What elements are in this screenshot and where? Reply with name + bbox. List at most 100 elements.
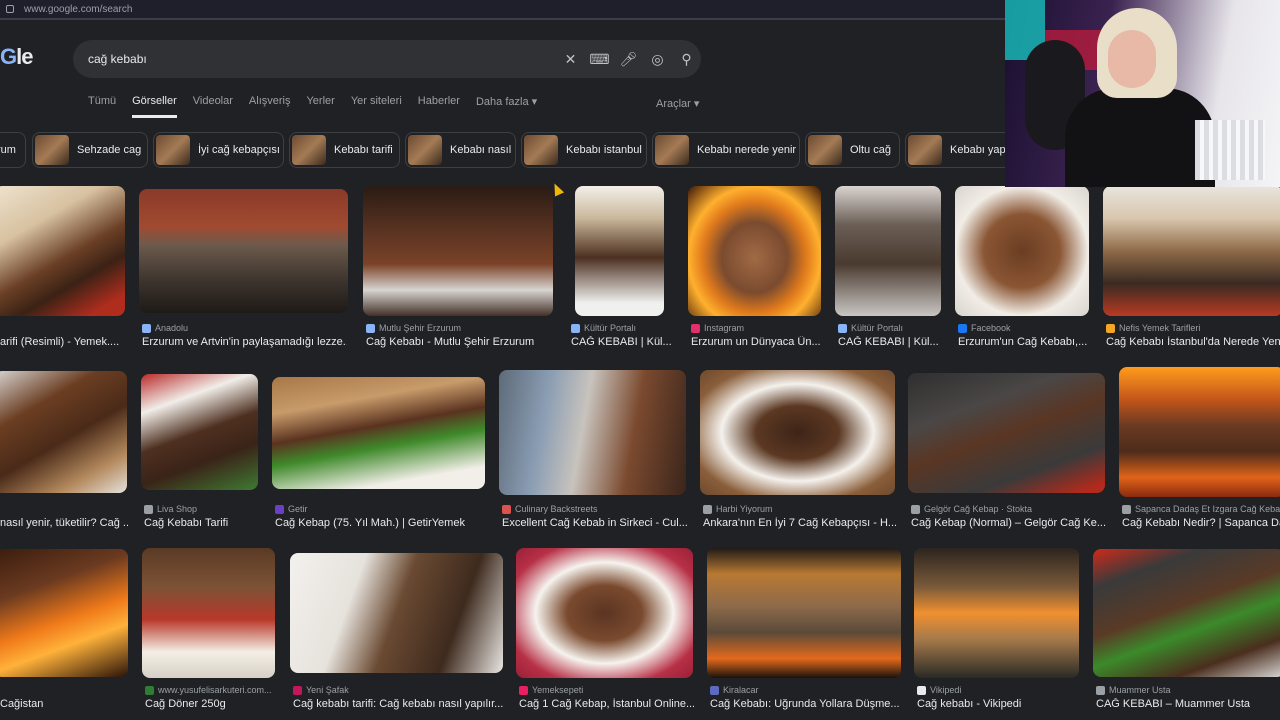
tab-shopping[interactable]: Alışveriş xyxy=(249,95,291,118)
image-title[interactable]: Cağ Kebap (75. Yıl Mah.) | GetirYemek xyxy=(275,517,485,529)
image-result[interactable] xyxy=(516,548,693,678)
chip-thumbnail xyxy=(292,135,326,165)
image-result[interactable] xyxy=(0,371,127,493)
image-title[interactable]: CAĞ KEBABI | Kül... xyxy=(571,336,671,348)
url-text: www.google.com/search xyxy=(24,3,133,15)
google-logo[interactable]: Gle xyxy=(0,44,34,70)
image-result[interactable] xyxy=(575,186,664,316)
image-title[interactable]: Cağ 1 Cağ Kebap, İstanbul Online... xyxy=(519,698,694,710)
webcam-overlay xyxy=(1005,0,1280,187)
image-title[interactable]: Cağ Kebap (Normal) – Gelgör Cağ Ke... xyxy=(911,517,1107,529)
chip-thumbnail xyxy=(156,135,190,165)
image-title[interactable]: CAĞ KEBABI | Kül... xyxy=(838,336,941,348)
image-title[interactable]: Erzurum ve Artvin'in paylaşamadığı lezze… xyxy=(142,336,347,348)
chip[interactable]: Kebabı istanbul xyxy=(521,132,647,168)
image-result[interactable] xyxy=(139,189,348,313)
site-favicon-icon xyxy=(917,685,926,695)
search-tabs: Tümü Görseller Videolar Alışveriş Yerler… xyxy=(88,95,553,118)
image-source: www.yusufelisarkuteri.com... xyxy=(145,685,275,695)
image-result[interactable] xyxy=(908,373,1105,493)
image-result[interactable] xyxy=(290,553,503,673)
image-source: Gelgör Cağ Kebap · Stokta xyxy=(911,504,1106,514)
chip-thumbnail xyxy=(655,135,689,165)
image-source: Culinary Backstreets xyxy=(502,504,687,514)
image-title[interactable]: Cağ Kebabı - Mutlu Şehir Erzurum xyxy=(366,336,556,348)
image-source: Yemeksepeti xyxy=(519,685,689,695)
search-icon[interactable]: ⚲ xyxy=(672,40,701,78)
lens-icon[interactable]: ◎ xyxy=(643,40,672,78)
chip-thumbnail xyxy=(408,135,442,165)
chip-thumbnail xyxy=(908,135,942,165)
image-result[interactable] xyxy=(363,186,553,316)
image-result[interactable] xyxy=(1093,549,1280,677)
image-title[interactable]: Cağ Kebabı İstanbul'da Nerede Yenir xyxy=(1106,336,1280,348)
chip-thumbnail xyxy=(808,135,842,165)
image-result[interactable] xyxy=(700,370,895,495)
image-source: Kiralacar xyxy=(710,685,900,695)
site-favicon-icon xyxy=(1096,685,1105,695)
tab-videos[interactable]: Videolar xyxy=(193,95,233,118)
search-box[interactable]: cağ kebabı ✕ ⌨ 🎤︎ ◎ ⚲ xyxy=(73,40,701,78)
streamer-face xyxy=(1108,30,1156,88)
image-result[interactable] xyxy=(0,549,128,677)
image-result[interactable] xyxy=(955,186,1089,316)
image-result[interactable] xyxy=(835,186,941,316)
tab-more[interactable]: Daha fazla ▾ xyxy=(476,95,537,118)
tab-all[interactable]: Tümü xyxy=(88,95,116,118)
divider xyxy=(0,18,1005,20)
chip[interactable]: Kebabı nasıl xyxy=(405,132,516,168)
tab-places[interactable]: Yerler xyxy=(306,95,334,118)
site-favicon-icon xyxy=(142,323,151,333)
site-favicon-icon xyxy=(838,323,847,333)
site-favicon-icon xyxy=(710,685,719,695)
image-source: Facebook xyxy=(958,323,1088,333)
image-title[interactable]: Ankara'nın En İyi 7 Cağ Kebapçısı - H... xyxy=(703,517,896,529)
image-title[interactable]: nasıl yenir, tüketilir? Cağ ... xyxy=(0,517,128,529)
image-title[interactable]: CAĞ KEBABI – Muammer Usta xyxy=(1096,698,1280,710)
image-result[interactable] xyxy=(1119,367,1280,497)
image-result[interactable] xyxy=(142,548,275,678)
image-result[interactable] xyxy=(141,374,258,490)
image-title[interactable]: arifi (Resimli) - Yemek.... xyxy=(0,336,120,348)
search-input[interactable]: cağ kebabı xyxy=(88,52,556,66)
image-result[interactable] xyxy=(0,186,125,316)
chip[interactable]: Sehzade cag xyxy=(32,132,148,168)
image-title[interactable]: Cağistan xyxy=(0,698,128,710)
site-favicon-icon xyxy=(571,323,580,333)
site-favicon-icon xyxy=(519,685,528,695)
tab-locations[interactable]: Yer siteleri xyxy=(351,95,402,118)
image-result[interactable] xyxy=(272,377,485,489)
lock-icon xyxy=(6,5,14,13)
image-result[interactable] xyxy=(1103,186,1280,316)
image-result[interactable] xyxy=(688,186,821,316)
tab-images[interactable]: Görseller xyxy=(132,95,177,118)
site-favicon-icon xyxy=(275,504,284,514)
chip[interactable]: Oltu cağ xyxy=(805,132,900,168)
image-title[interactable]: Cağ kebabı - Vikipedi xyxy=(917,698,1079,710)
image-title[interactable]: Cağ Kebabı Tarifi xyxy=(144,517,261,529)
microphone-icon[interactable]: 🎤︎ xyxy=(614,40,643,78)
chip[interactable]: Kebabı yapı xyxy=(905,132,1005,168)
tab-news[interactable]: Haberler xyxy=(418,95,460,118)
keyboard-icon[interactable]: ⌨ xyxy=(585,40,614,78)
image-title[interactable]: Erzurum un Dünyaca Ün... xyxy=(691,336,821,348)
chip[interactable]: rum xyxy=(0,132,26,168)
image-title[interactable]: Cağ Döner 250g xyxy=(145,698,275,710)
image-result[interactable] xyxy=(707,548,901,678)
image-result[interactable] xyxy=(914,548,1079,678)
image-title[interactable]: Erzurum'un Cağ Kebabı,... xyxy=(958,336,1090,348)
tools-button[interactable]: Araçlar ▾ xyxy=(656,97,699,110)
image-result[interactable] xyxy=(499,370,686,495)
image-title[interactable]: Excellent Cağ Kebab in Sirkeci - Cul... xyxy=(502,517,688,529)
image-title[interactable]: Cağ Kebabı Nedir? | Sapanca Da... xyxy=(1122,517,1280,529)
chip[interactable]: İyi cağ kebapçısı xyxy=(153,132,284,168)
chip-thumbnail xyxy=(524,135,558,165)
image-title[interactable]: Cağ Kebabı: Uğrunda Yollara Düşme... xyxy=(710,698,902,710)
chip[interactable]: Kebabı nerede yenir xyxy=(652,132,800,168)
image-source: Vikipedi xyxy=(917,685,1077,695)
chip[interactable]: Kebabı tarifi xyxy=(289,132,400,168)
clear-icon[interactable]: ✕ xyxy=(556,40,585,78)
address-bar[interactable]: www.google.com/search xyxy=(0,0,1005,18)
image-title[interactable]: Cağ kebabı tarifi: Cağ kebabı nasıl yapı… xyxy=(293,698,503,710)
site-favicon-icon xyxy=(1106,323,1115,333)
